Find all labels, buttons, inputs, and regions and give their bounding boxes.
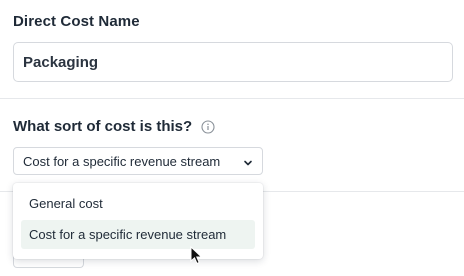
chevron-down-icon [243, 156, 253, 166]
direct-cost-name-label: Direct Cost Name [13, 13, 140, 30]
dropdown-option-revenue-stream-cost[interactable]: Cost for a specific revenue stream [21, 220, 255, 249]
dropdown-option-label: General cost [29, 196, 103, 211]
mouse-pointer-icon [190, 245, 204, 266]
direct-cost-form: Direct Cost Name Packaging What sort of … [0, 0, 464, 276]
cost-type-label: What sort of cost is this? [13, 118, 193, 135]
section-divider [0, 98, 464, 99]
direct-cost-name-input[interactable]: Packaging [13, 42, 453, 82]
dropdown-option-label: Cost for a specific revenue stream [29, 227, 227, 242]
info-icon[interactable] [201, 119, 215, 134]
cost-type-select[interactable]: Cost for a specific revenue stream [13, 147, 263, 175]
cost-type-selected-value: Cost for a specific revenue stream [23, 153, 221, 169]
dropdown-option-general-cost[interactable]: General cost [21, 189, 255, 218]
direct-cost-name-value: Packaging [23, 53, 99, 71]
cost-type-dropdown-menu: General cost Cost for a specific revenue… [13, 183, 263, 259]
cost-type-label-row: What sort of cost is this? [13, 118, 215, 135]
